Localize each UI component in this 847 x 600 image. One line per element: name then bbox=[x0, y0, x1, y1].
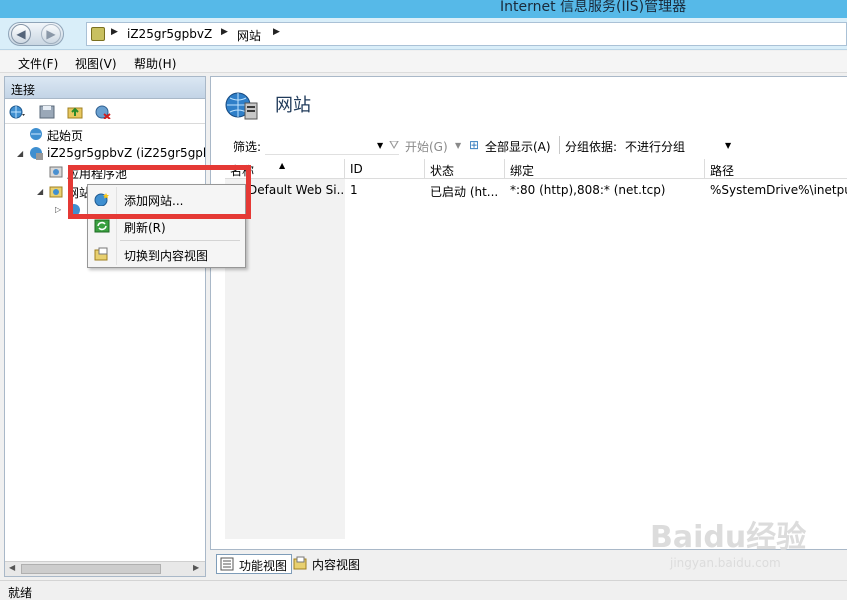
watermark: Baidu经验 jingyan.baidu.com bbox=[650, 512, 806, 572]
add-website-icon bbox=[94, 193, 109, 206]
website-globe-icon[interactable] bbox=[67, 203, 81, 217]
main-pane: 网站 筛选: ▼ ⛛ 开始(G) ▼ ⊞ 全部显示(A) 分组依据: 不进行分组… bbox=[210, 76, 847, 550]
column-header-id[interactable]: ID bbox=[345, 159, 425, 179]
chevron-right-icon: ▶ bbox=[111, 27, 118, 37]
refresh-icon bbox=[94, 219, 110, 233]
toolbar-separator bbox=[559, 136, 560, 154]
filter-bar: 筛选: ▼ ⛛ 开始(G) ▼ ⊞ 全部显示(A) 分组依据: 不进行分组 ▼ bbox=[225, 133, 847, 157]
menu-help[interactable]: 帮助(H) bbox=[134, 55, 176, 72]
horizontal-scrollbar[interactable]: ◀ ▶ bbox=[5, 561, 205, 576]
connect-globe-icon[interactable] bbox=[9, 105, 25, 119]
chevron-right-icon: ▶ bbox=[273, 27, 280, 37]
menu-view[interactable]: 视图(V) bbox=[75, 55, 117, 72]
cell-status: 已启动 (ht... bbox=[430, 185, 499, 199]
chevron-down-icon[interactable]: ▼ bbox=[455, 141, 461, 150]
expand-icon[interactable]: ▷ bbox=[55, 205, 61, 214]
window-title: Internet 信息服务(IIS)管理器 bbox=[500, 0, 687, 15]
breadcrumb-server[interactable]: iZ25gr5gpbvZ bbox=[127, 27, 212, 41]
cell-id: 1 bbox=[350, 183, 358, 197]
filter-label: 筛选: bbox=[233, 140, 262, 154]
server-icon bbox=[91, 27, 105, 41]
column-header-status[interactable]: 状态 bbox=[425, 159, 505, 179]
cell-binding: *:80 (http),808:* (net.tcp) bbox=[510, 183, 666, 197]
cell-path: %SystemDrive%\inetpul bbox=[710, 183, 847, 197]
connections-toolbar bbox=[5, 100, 205, 124]
start-page-icon bbox=[30, 128, 42, 140]
page-title: 网站 bbox=[275, 95, 311, 116]
context-menu: 添加网站... 刷新(R) 切换到内容视图 bbox=[87, 184, 246, 268]
collapse-icon[interactable]: ◢ bbox=[17, 149, 23, 158]
watermark-logo: Baidu经验 bbox=[650, 520, 807, 555]
status-bar: 就绪 bbox=[0, 580, 847, 600]
menu-item-refresh[interactable]: 刷新(R) bbox=[90, 214, 243, 238]
save-icon[interactable] bbox=[39, 105, 55, 119]
status-text: 就绪 bbox=[8, 586, 33, 600]
app-pool-icon bbox=[49, 166, 63, 178]
features-view-icon bbox=[220, 557, 234, 571]
sites-folder-icon bbox=[49, 186, 63, 198]
chevron-down-icon[interactable]: ▼ bbox=[725, 141, 731, 150]
scroll-thumb[interactable] bbox=[21, 564, 161, 574]
menu-file[interactable]: 文件(F) bbox=[18, 55, 58, 72]
address-bar: ◀ ▶ ▶ iZ25gr5gpbvZ ▶ 网站 ▶ bbox=[0, 18, 847, 50]
tab-features-view[interactable]: 功能视图 bbox=[216, 554, 293, 574]
content-view-icon bbox=[94, 247, 108, 261]
go-button[interactable]: 开始(G) bbox=[405, 138, 448, 155]
scroll-left-icon[interactable]: ◀ bbox=[9, 563, 15, 572]
show-all-button[interactable]: 全部显示(A) bbox=[485, 138, 551, 155]
menu-item-switch-content-view[interactable]: 切换到内容视图 bbox=[90, 242, 243, 266]
forward-button[interactable]: ▶ bbox=[41, 24, 61, 44]
group-by-label: 分组依据: bbox=[565, 140, 618, 154]
content-view-icon bbox=[293, 556, 307, 570]
sort-asc-icon: ▲ bbox=[279, 161, 286, 170]
collapse-icon[interactable]: ◢ bbox=[37, 187, 43, 196]
cell-name: Default Web Si... bbox=[248, 183, 345, 197]
show-all-icon: ⊞ bbox=[469, 138, 480, 152]
disconnect-icon[interactable] bbox=[95, 105, 111, 119]
up-folder-icon[interactable] bbox=[67, 105, 83, 119]
column-header-binding[interactable]: 绑定 bbox=[505, 159, 705, 179]
menu-separator bbox=[120, 240, 240, 241]
group-by-select[interactable]: 不进行分组 bbox=[625, 138, 685, 155]
watermark-url: jingyan.baidu.com bbox=[670, 556, 781, 570]
nav-buttons: ◀ ▶ bbox=[8, 22, 64, 46]
chevron-right-icon: ▶ bbox=[221, 27, 228, 37]
connections-pane: 连接 起始页 ◢ iZ25gr5gpbvZ (iZ25gr5gpb 应用程序池 … bbox=[4, 76, 206, 577]
sites-table: 名称 ▲ ID 状态 绑定 路径 Default Web Si... 1 已启动 … bbox=[225, 159, 847, 539]
breadcrumb[interactable]: ▶ iZ25gr5gpbvZ ▶ 网站 ▶ bbox=[86, 22, 847, 46]
server-globe-icon bbox=[30, 147, 43, 160]
tab-content-view[interactable]: 内容视图 bbox=[290, 554, 364, 574]
breadcrumb-sites[interactable]: 网站 bbox=[237, 27, 261, 44]
title-bar: Internet 信息服务(IIS)管理器 bbox=[0, 0, 847, 18]
menu-bar: 文件(F) 视图(V) 帮助(H) bbox=[0, 51, 847, 73]
filter-funnel-icon: ⛛ bbox=[389, 138, 400, 152]
sites-header-icon bbox=[225, 92, 258, 120]
chevron-down-icon[interactable]: ▼ bbox=[377, 141, 383, 150]
column-header-name[interactable]: 名称 ▲ bbox=[225, 159, 345, 179]
menu-item-add-website[interactable]: 添加网站... bbox=[90, 187, 243, 211]
scroll-right-icon[interactable]: ▶ bbox=[193, 563, 199, 572]
connections-header: 连接 bbox=[5, 77, 205, 99]
column-header-path[interactable]: 路径 bbox=[705, 159, 847, 179]
back-button[interactable]: ◀ bbox=[11, 24, 31, 44]
